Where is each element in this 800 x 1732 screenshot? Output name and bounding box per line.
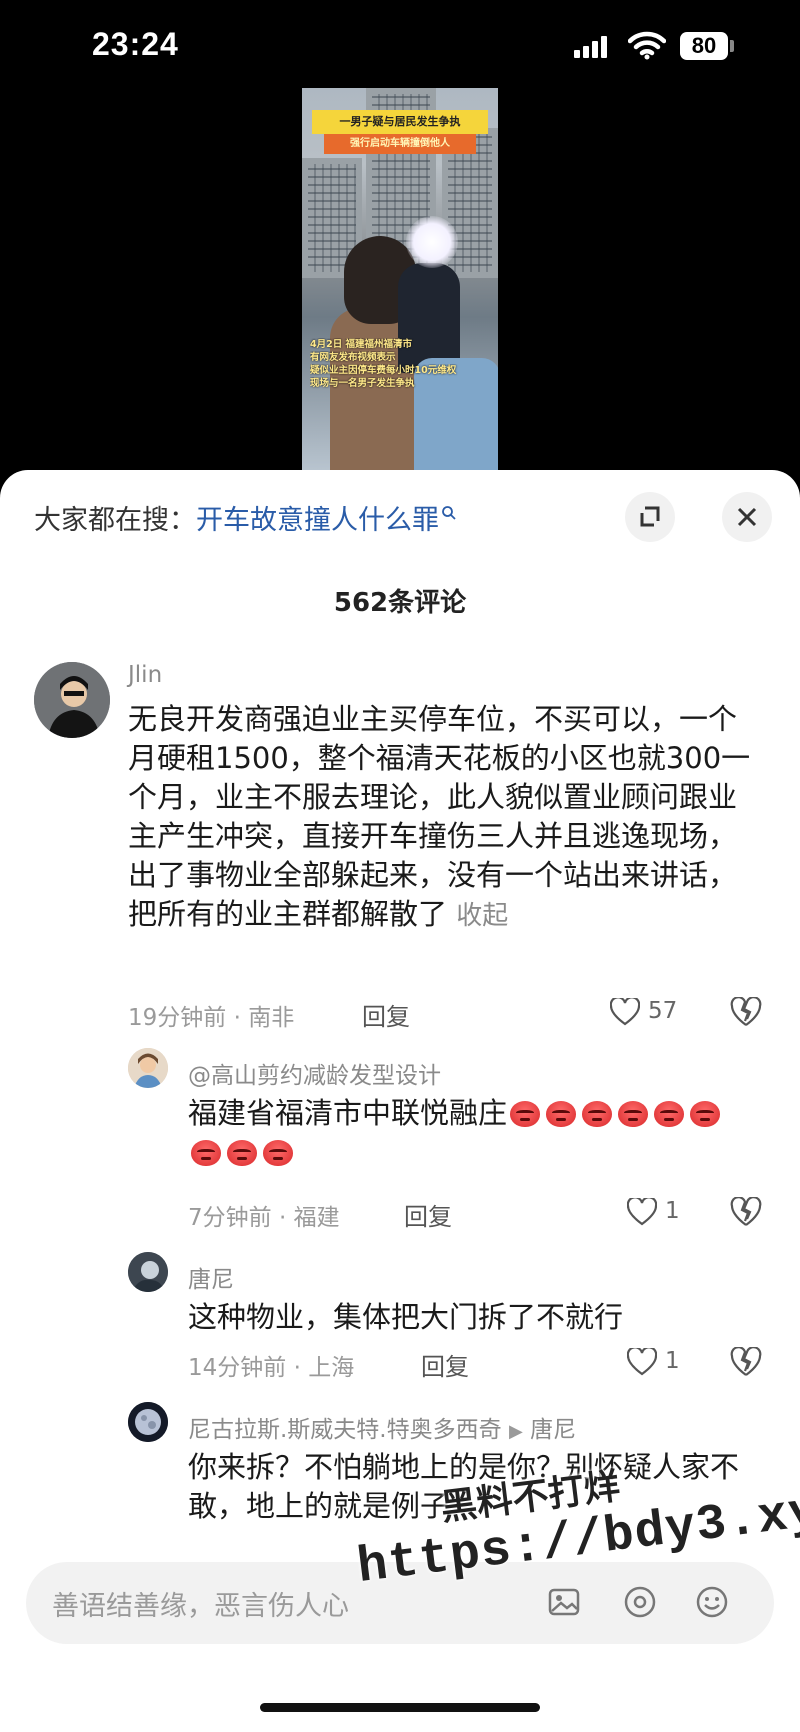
dislike-icon[interactable] (730, 1347, 762, 1377)
avatar-image (128, 1252, 168, 1292)
reply-username: 尼古拉斯.斯威夫特.特奥多西奇 ▶ 唐尼 (188, 1410, 576, 1444)
comment-username[interactable]: Jlin (128, 662, 162, 688)
reply-text: 这种物业，集体把大门拆了不就行 (188, 1300, 624, 1334)
reply-arrow-icon: ▶ (508, 1421, 523, 1442)
angry-emoji-icon (227, 1140, 257, 1166)
video-caption: 4月2日 福建福州福清市 有网友发布视频表示 疑似业主因停车费每小时10元维权 … (310, 338, 494, 390)
angry-emoji-icon (263, 1140, 293, 1166)
angry-emoji-icon (546, 1101, 577, 1127)
caption-line: 疑似业主因停车费每小时10元维权 (310, 365, 457, 376)
reply-button[interactable]: 回复 (362, 997, 410, 1032)
image-icon[interactable] (546, 1584, 582, 1620)
avatar-image (128, 1402, 168, 1442)
expand-button[interactable] (625, 492, 675, 542)
blurred-face (406, 216, 458, 268)
reply-meta: 7分钟前 · 福建 (188, 1205, 340, 1231)
video-banner-subtitle: 强行启动车辆撞倒他人 (324, 134, 476, 154)
angry-emoji-icon (690, 1101, 721, 1127)
avatar[interactable] (128, 1048, 168, 1088)
reply-button[interactable]: 回复 (404, 1197, 452, 1232)
video-player[interactable]: 一男子疑与居民发生争执 强行启动车辆撞倒他人 4月2日 福建福州福清市 有网友发… (302, 88, 498, 470)
battery-nub (730, 40, 734, 52)
comment-count: 562条评论 (333, 588, 467, 618)
comment-input-placeholder: 善语结善缘，恶言伤人心 (52, 1591, 349, 1622)
reply-meta: 14分钟前 · 上海 (188, 1355, 355, 1381)
like-heart-icon[interactable] (627, 1348, 657, 1376)
close-icon (737, 507, 757, 527)
caption-line: 4月2日 福建福州福清市 (310, 339, 413, 350)
signal-icon (574, 36, 608, 58)
dislike-icon[interactable] (730, 997, 762, 1027)
like-count: 57 (648, 998, 678, 1024)
angry-emoji-icon (654, 1101, 685, 1127)
reply-text: 福建省福清市中联悦融庄 (188, 1094, 748, 1172)
comment-body: 无良开发商强迫业主买停车位，不买可以，一个月硬租1500，整个福清天花板的小区也… (128, 702, 751, 931)
wifi-icon (628, 31, 666, 60)
angry-emoji-icon (191, 1140, 221, 1166)
reply-username[interactable]: 唐尼 (188, 1260, 234, 1294)
avatar[interactable] (34, 662, 110, 738)
reply-author[interactable]: 尼古拉斯.斯威夫特.特奥多西奇 (188, 1417, 502, 1443)
emoji-icon[interactable] (694, 1584, 730, 1620)
trending-search-prefix: 大家都在搜： (34, 505, 196, 536)
like-heart-icon[interactable] (610, 998, 640, 1026)
avatar[interactable] (128, 1402, 168, 1442)
comment-text: 无良开发商强迫业主买停车位，不买可以，一个月硬租1500，整个福清天花板的小区也… (128, 700, 764, 936)
like-heart-icon[interactable] (627, 1198, 657, 1226)
close-button[interactable] (722, 492, 772, 542)
home-indicator[interactable] (260, 1703, 540, 1712)
avatar[interactable] (128, 1252, 168, 1292)
angry-emoji-icon (582, 1101, 613, 1127)
like-count: 1 (665, 1348, 680, 1374)
trending-search: 大家都在搜：开车故意撞人什么罪 (34, 498, 457, 537)
avatar-image (34, 662, 110, 738)
search-icon (442, 506, 456, 520)
angry-emoji-icon (618, 1101, 649, 1127)
trending-search-link[interactable]: 开车故意撞人什么罪 (196, 505, 439, 536)
angry-emoji-icon (510, 1101, 541, 1127)
collapse-button[interactable]: 收起 (456, 901, 508, 931)
expand-icon (640, 506, 660, 527)
caption-line: 现场与一名男子发生争执 (310, 378, 415, 389)
caption-line: 有网友发布视频表示 (310, 352, 396, 363)
reply-body: 福建省福清市中联悦融庄 (188, 1096, 508, 1130)
mention-icon[interactable] (622, 1584, 658, 1620)
like-count: 1 (665, 1198, 680, 1224)
reply-target[interactable]: 唐尼 (530, 1417, 576, 1443)
comment-meta: 19分钟前 · 南非 (128, 1005, 295, 1031)
status-time: 23:24 (92, 26, 179, 62)
reply-username[interactable]: @高山剪约减龄发型设计 (188, 1056, 441, 1090)
battery-indicator: 80 (680, 32, 728, 60)
dislike-icon[interactable] (730, 1197, 762, 1227)
reply-button[interactable]: 回复 (421, 1347, 469, 1382)
avatar-image (128, 1048, 168, 1088)
status-bar: 23:24 80 (0, 0, 800, 90)
video-banner-title: 一男子疑与居民发生争执 (312, 110, 488, 134)
